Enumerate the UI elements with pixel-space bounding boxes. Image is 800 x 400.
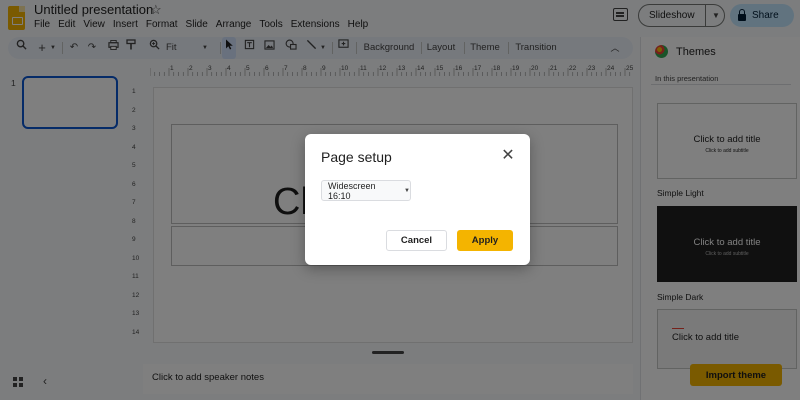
close-icon[interactable]: ✕	[501, 148, 515, 164]
page-setup-dialog: Page setup ✕ Widescreen 16:10 ▼ Cancel A…	[305, 134, 530, 265]
page-size-select[interactable]: Widescreen 16:10 ▼	[321, 180, 411, 201]
apply-button[interactable]: Apply	[457, 230, 513, 251]
chevron-down-icon: ▼	[404, 187, 410, 194]
cancel-button[interactable]: Cancel	[386, 230, 447, 251]
page-size-value: Widescreen 16:10	[328, 180, 376, 201]
dialog-title: Page setup	[321, 149, 392, 165]
